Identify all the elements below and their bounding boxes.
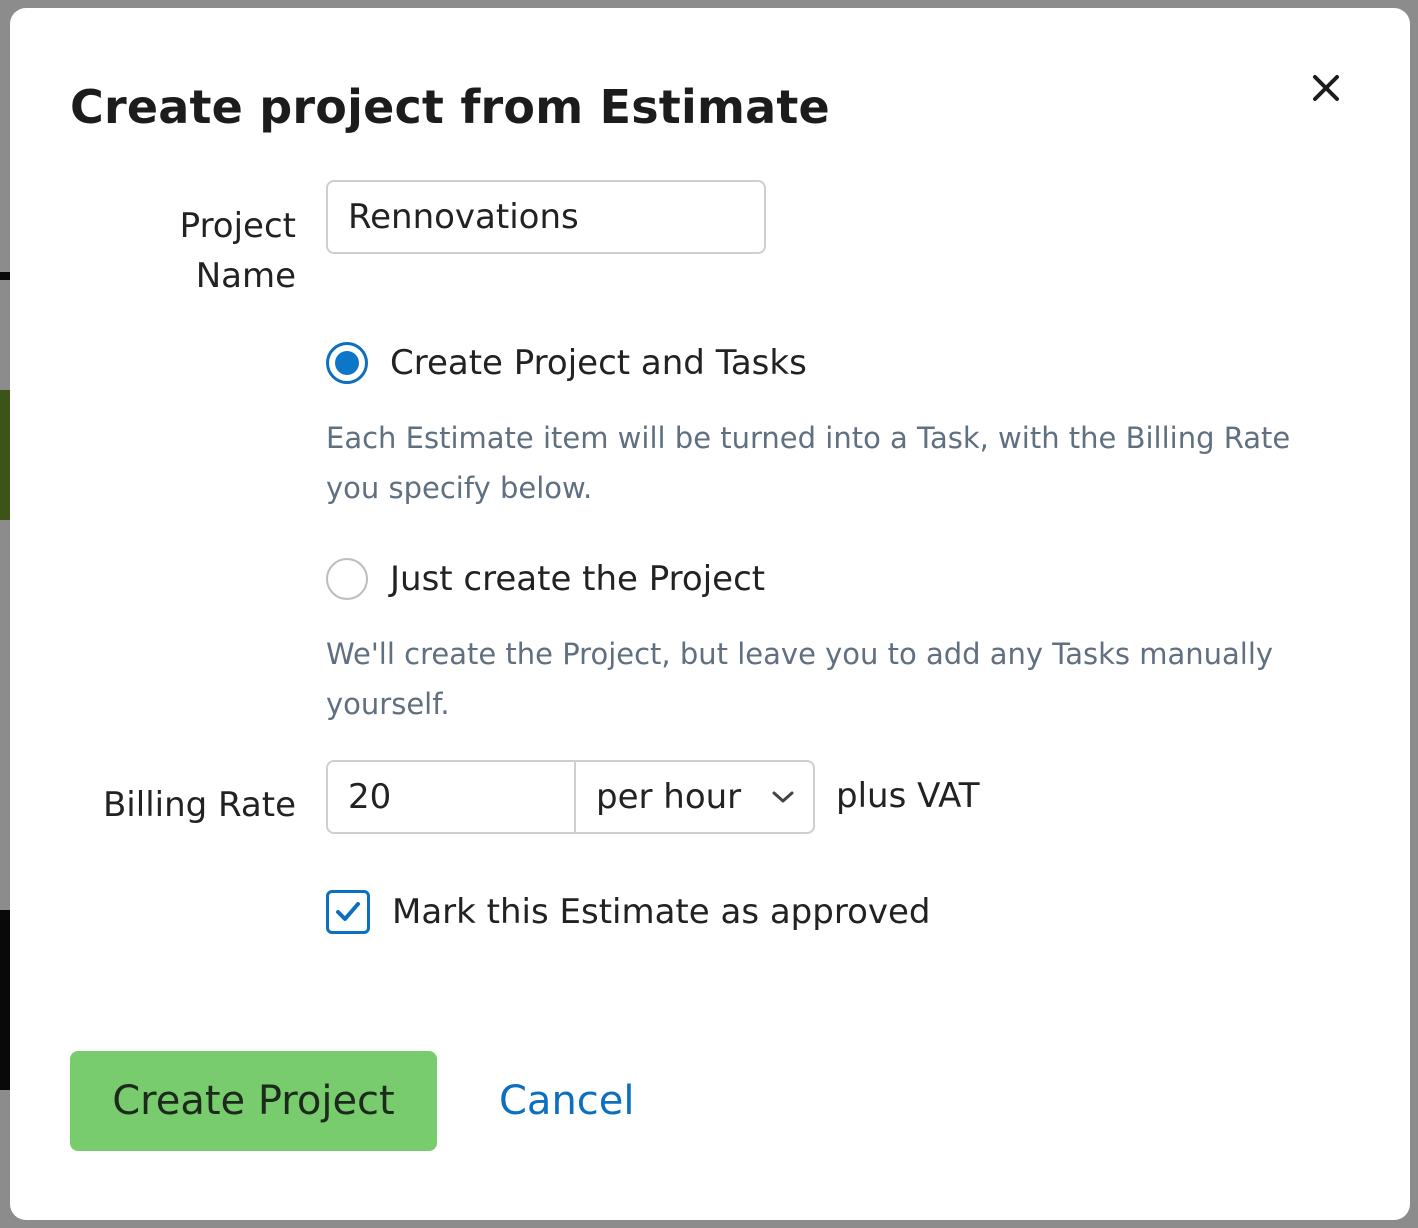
create-project-button[interactable]: Create Project	[70, 1051, 437, 1151]
create-project-dialog: Create project from Estimate Project Nam…	[10, 8, 1410, 1220]
vat-suffix: plus VAT	[836, 776, 980, 816]
radio-dot	[335, 351, 359, 375]
project-name-label: Project Name	[179, 206, 296, 296]
option-help-text: We'll create the Project, but leave you …	[326, 637, 1274, 721]
close-button[interactable]	[1304, 66, 1348, 110]
project-name-input[interactable]	[326, 180, 766, 254]
option-help-text: Each Estimate item will be turned into a…	[326, 421, 1291, 505]
cancel-button[interactable]: Cancel	[499, 1074, 635, 1128]
billing-rate-label: Billing Rate	[102, 785, 296, 825]
approve-estimate-checkbox[interactable]	[326, 890, 370, 934]
billing-period-value: per hour	[596, 777, 742, 817]
radio-selected-icon[interactable]	[326, 342, 368, 384]
option-label: Create Project and Tasks	[390, 343, 807, 383]
billing-rate-group: per hour	[326, 760, 815, 834]
checkmark-icon	[336, 902, 360, 921]
approve-estimate-label: Mark this Estimate as approved	[392, 892, 931, 932]
billing-rate-input[interactable]	[328, 762, 576, 832]
radio-unselected-icon[interactable]	[326, 558, 368, 600]
dialog-title: Create project from Estimate	[70, 80, 830, 134]
option-label: Just create the Project	[390, 559, 766, 599]
approve-estimate-checkbox-row[interactable]: Mark this Estimate as approved	[326, 890, 931, 934]
close-icon	[1313, 75, 1339, 101]
option-create-project-and-tasks[interactable]: Create Project and Tasks	[326, 342, 807, 384]
billing-period-select[interactable]: per hour	[576, 762, 813, 832]
option-just-create-project[interactable]: Just create the Project	[326, 558, 765, 600]
chevron-down-icon	[772, 791, 794, 803]
